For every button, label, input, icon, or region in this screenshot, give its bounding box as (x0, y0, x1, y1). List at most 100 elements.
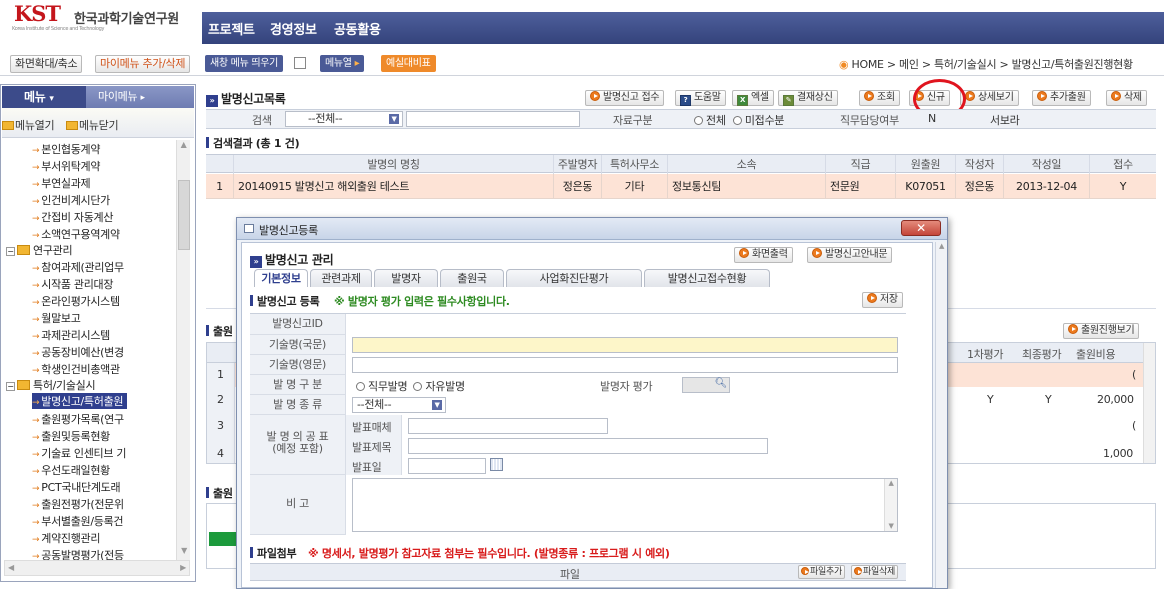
help-button[interactable]: ? 도움말 (675, 90, 726, 106)
scroll-thumb[interactable] (178, 180, 190, 250)
radio-all[interactable]: 전체 (694, 114, 726, 127)
scroll-up-arrow[interactable]: ▲ (177, 140, 190, 154)
sidebar-item[interactable]: → 소액연구용역계약 (32, 226, 120, 242)
logo-text: KST (14, 1, 61, 26)
tab-related-project[interactable]: 관련과제 (310, 269, 372, 287)
sidebar-item[interactable]: → 인건비계시단가 (32, 192, 110, 208)
sidebar-item[interactable]: → 공동장비예산(변경 (32, 344, 124, 360)
pub-title-input[interactable] (408, 438, 768, 454)
approval-button[interactable]: ✎ 결재상신 (778, 90, 838, 106)
sidebar-item[interactable]: → PCT국내단계도래 (32, 479, 121, 495)
sidebar-item[interactable]: → 부서별출원/등록건 (32, 513, 124, 529)
search-input[interactable] (406, 111, 580, 127)
scroll-right-arrow[interactable]: ▶ (180, 563, 186, 572)
budget-button[interactable]: 예실대비표 (381, 55, 436, 72)
receive-button[interactable]: 발명신고 접수 (585, 90, 665, 106)
guide-button[interactable]: 발명신고안내문 (807, 247, 893, 263)
radio-free[interactable]: 자유발명 (413, 380, 465, 393)
excel-button[interactable]: X 엑셀 (732, 90, 774, 106)
note-textarea[interactable]: ▲ ▼ (352, 478, 898, 532)
radio-job[interactable]: 직무발명 (356, 380, 408, 393)
detail-button[interactable]: 상세보기 (960, 90, 1019, 106)
sidebar-hscrollbar[interactable]: ◀ ▶ (4, 560, 190, 576)
new-window-checkbox[interactable] (294, 57, 306, 69)
sidebar-item[interactable]: → 부연실과제 (32, 175, 91, 191)
new-window-menu-button[interactable]: 새창 메뉴 띄우기 (205, 55, 284, 72)
sidebar-item[interactable]: → 기술료 인센티브 기 (32, 445, 127, 461)
menu-open-all[interactable]: 메뉴열기 (2, 117, 55, 133)
section2-vscroll[interactable] (1143, 343, 1155, 463)
sidebar-item[interactable]: → 간접비 자동계산 (32, 209, 113, 225)
search-icon[interactable]: 🔍︎ (715, 378, 728, 389)
nav-item-shared[interactable]: 공동활용 (334, 19, 381, 38)
play-icon (590, 91, 600, 101)
name-en-input[interactable] (352, 357, 898, 373)
pub-date-input[interactable] (408, 458, 486, 474)
scroll-up-arrow[interactable]: ▲ (936, 242, 947, 250)
sidebar-item[interactable]: → 공동발명평가(전등 (32, 547, 124, 560)
delete-button[interactable]: 삭제 (1106, 90, 1147, 106)
tab-basic-info[interactable]: 기본정보 (254, 269, 308, 287)
add-filing-button[interactable]: 추가출원 (1032, 90, 1091, 106)
print-button[interactable]: 화면출력 (734, 247, 793, 263)
scroll-left-arrow[interactable]: ◀ (8, 563, 14, 572)
sidebar-item[interactable]: → 우선도래일현황 (32, 462, 110, 478)
tab-inventor[interactable]: 발명자 (374, 269, 438, 287)
sidebar-item[interactable]: → 과제관리시스템 (32, 327, 110, 343)
sidebar-item[interactable]: → 참여과제(관리업무 (32, 259, 124, 275)
dialog-vscrollbar[interactable]: ▲ (935, 242, 947, 588)
sidebar-item[interactable]: → 학생인건비총액관 (32, 361, 120, 377)
logo[interactable]: KST Korea Institute of Science and Techn… (8, 1, 198, 38)
kind-select[interactable]: --전체-- ▼ (352, 397, 446, 413)
sidebar-item[interactable]: → 출원및등록현황 (32, 428, 110, 444)
arrow-icon: → (32, 298, 40, 308)
tab-receipt-status[interactable]: 발명신고접수현황 (644, 269, 770, 287)
sidebar-item[interactable]: → 부서위탁계약 (32, 158, 100, 174)
zoom-button[interactable]: 화면확대/축소 (10, 55, 83, 73)
sidebar-item[interactable]: → 온라인평가시스템 (32, 293, 120, 309)
sidebar-item[interactable]: → 월말보고 (32, 310, 81, 326)
filing-progress-button[interactable]: 출원진행보기 (1063, 323, 1140, 339)
search-field-select[interactable]: --전체-- ▼ (285, 111, 403, 127)
sidebar-item-selected[interactable]: → 발명신고/특허출원 (32, 393, 128, 409)
sidebar-item-label: 학생인건비총액관 (41, 363, 120, 376)
file-delete-button[interactable]: 파일삭제 (851, 565, 898, 579)
file-add-button[interactable]: 파일추가 (798, 565, 845, 579)
eval-input[interactable]: 🔍︎ (682, 377, 730, 393)
main-title: » 발명신고목록 (206, 90, 286, 107)
sidebar-item[interactable]: → 시작품 관리대장 (32, 276, 113, 292)
calendar-icon[interactable] (490, 458, 503, 471)
tab-country[interactable]: 출원국 (440, 269, 504, 287)
search-button[interactable]: 조회 (859, 90, 900, 106)
radio-unsubmitted[interactable]: 미접수분 (732, 114, 784, 127)
sidebar-item[interactable]: → 계약진행관리 (32, 530, 100, 546)
sidebar-item-label: 연구관리 (33, 244, 73, 257)
save-button[interactable]: 저장 (862, 292, 903, 308)
dialog-titlebar[interactable]: 발명신고등록 ✕ (237, 218, 947, 240)
menu-select-button[interactable]: 메뉴열 ▸ (320, 55, 365, 72)
sidebar-folder-patent[interactable]: − 특허/기술실시 (6, 377, 96, 393)
cell-original: K07051 (896, 174, 956, 199)
section-marker (206, 487, 209, 498)
sidebar-item[interactable]: → 본인협동계약 (32, 141, 100, 157)
play-icon (864, 91, 874, 101)
sidebar-vscrollbar[interactable]: ▲ ▼ (176, 140, 190, 560)
pub-media-input[interactable] (408, 418, 608, 434)
sidebar-item[interactable]: → 출원전평가(전문위 (32, 496, 124, 512)
sidebar-item[interactable]: → 출원평가목록(연구 (32, 411, 124, 427)
table-row[interactable]: 1 20140915 발명신고 해외출원 테스트 정은동 기타 정보통신팀 전문… (206, 174, 1156, 199)
textarea-scrollbar[interactable]: ▲ ▼ (884, 479, 897, 531)
my-menu-add-button[interactable]: 마이메뉴 추가/삭제 (95, 55, 191, 73)
nav-item-management[interactable]: 경영정보 (270, 19, 317, 38)
tab-commercialization[interactable]: 사업화진단평가 (506, 269, 642, 287)
menu-close-all[interactable]: 메뉴닫기 (66, 117, 119, 133)
sidebar-item-label: 소액연구용역계약 (41, 228, 120, 241)
nav-item-project[interactable]: 프로젝트 (208, 19, 255, 38)
sidebar-folder-research[interactable]: − 연구관리 (6, 242, 73, 258)
scroll-down-arrow[interactable]: ▼ (177, 546, 191, 560)
name-ko-input[interactable] (352, 337, 898, 353)
close-button[interactable]: ✕ (901, 220, 941, 236)
sidebar-tab-my[interactable]: 마이메뉴 ▸ (86, 86, 194, 108)
sidebar-tab-menu[interactable]: 메뉴 ▾ (2, 86, 86, 108)
label-pub-date: 발표일 (352, 461, 382, 474)
